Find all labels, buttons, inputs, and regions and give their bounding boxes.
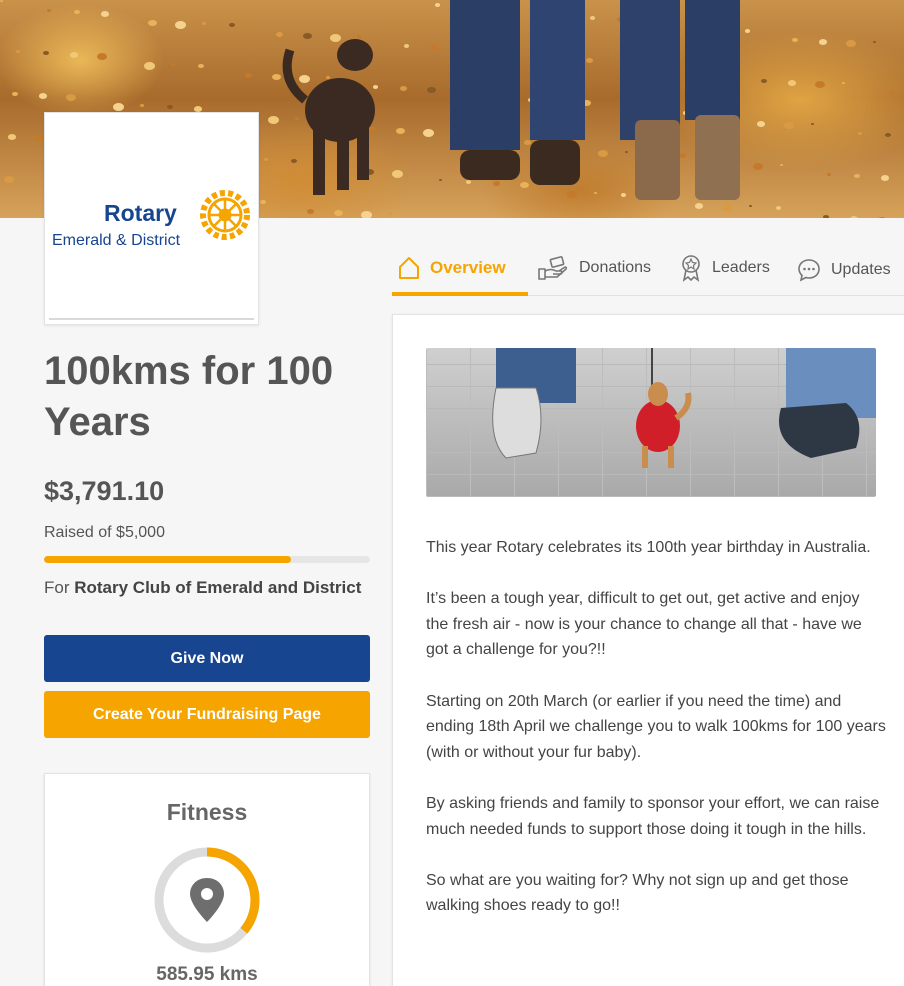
map-pin-icon [190, 878, 224, 922]
leaf-speck [823, 215, 829, 218]
leaf-speck [8, 134, 16, 140]
dog-illustration [282, 39, 375, 195]
leaf-speck [889, 91, 893, 94]
logo-divider [49, 318, 254, 320]
story-paragraph: Starting on 20th March (or earlier if yo… [426, 692, 886, 761]
rotary-wordmark: Rotary [104, 200, 177, 226]
leaf-speck [140, 104, 144, 107]
leaf-speck [392, 170, 403, 178]
leaf-speck [854, 174, 860, 179]
leaf-speck [784, 122, 794, 129]
leaf-speck [776, 206, 781, 210]
tab-overview-label: Overview [430, 258, 506, 277]
leaf-speck [12, 92, 18, 97]
leaf-speck [167, 105, 173, 110]
leaf-speck [827, 173, 831, 176]
leaf-speck [819, 39, 827, 45]
fitness-card: Fitness 585.95 kms [44, 773, 370, 986]
rotary-subtitle: Emerald & District [52, 232, 181, 249]
for-prefix: For [44, 578, 70, 597]
tab-updates[interactable]: Updates [797, 242, 891, 298]
award-ribbon-icon [682, 255, 700, 282]
progress-fill [44, 556, 292, 563]
rotary-wheel-icon [200, 190, 250, 240]
leaf-speck [47, 9, 51, 12]
leaf-speck [101, 11, 109, 17]
story-paragraph: It’s been a tough year, difficult to get… [426, 590, 862, 659]
leaf-speck [74, 10, 80, 15]
story-paragraph: So what are you waiting for? Why not sig… [426, 871, 849, 915]
leaf-speck [260, 200, 266, 205]
leaf-speck [761, 79, 767, 84]
leaf-speck [194, 106, 202, 112]
leaf-speck [171, 63, 175, 66]
create-fundraising-page-button[interactable]: Create Your Fundraising Page [44, 691, 370, 738]
leaf-speck [16, 50, 20, 53]
tab-updates-label: Updates [831, 261, 891, 278]
walking-dog-photo [492, 348, 876, 468]
leaf-speck [0, 0, 3, 3]
give-now-button[interactable]: Give Now [44, 635, 370, 682]
tab-leaders[interactable]: Leaders [680, 240, 770, 296]
tab-overview[interactable]: Overview [398, 240, 506, 296]
leaf-speck [388, 212, 392, 215]
leaf-speck [885, 133, 891, 138]
leaf-speck [307, 209, 314, 214]
leaf-speck [202, 22, 206, 25]
active-tab-indicator [392, 292, 528, 296]
raised-amount: $3,791.10 [44, 476, 165, 506]
campaign-title: 100kms for 100 Years [44, 349, 334, 444]
leaf-speck [148, 20, 157, 27]
story-image [426, 348, 876, 497]
leaf-speck [400, 86, 407, 91]
leaf-speck [881, 175, 889, 181]
story-paragraph: This year Rotary celebrates its 100th ye… [426, 539, 871, 556]
leaf-speck [229, 23, 235, 28]
leaf-speck [815, 81, 825, 88]
leaf-speck [846, 40, 856, 47]
leaf-speck [113, 103, 124, 111]
campaign-story: This year Rotary celebrates its 100th ye… [426, 535, 886, 945]
leaf-speck [850, 216, 858, 218]
leaf-speck [264, 158, 268, 161]
leaf-speck [396, 128, 405, 135]
home-icon [399, 257, 419, 279]
fitness-distance: 585.95 kms [156, 964, 258, 985]
leaf-speck [873, 41, 876, 44]
leaf-speck [39, 93, 47, 99]
fitness-progress-ring [154, 847, 260, 953]
leaf-speck [877, 217, 887, 218]
beneficiary-line: For Rotary Club of Emerald and District [44, 578, 361, 598]
leaf-speck [66, 94, 76, 101]
leaf-speck [334, 210, 343, 217]
leaf-speck [97, 53, 107, 60]
raised-target: Raised of $5,000 [44, 524, 165, 541]
leaf-speck [858, 132, 862, 135]
fitness-title: Fitness [166, 799, 248, 825]
leaf-speck [245, 73, 252, 78]
tab-donations-label: Donations [579, 259, 652, 276]
leaf-speck [792, 38, 798, 43]
tab-donations[interactable]: Donations [537, 240, 651, 296]
story-paragraph: By asking friends and family to sponsor … [426, 794, 880, 838]
leaf-speck [404, 44, 409, 48]
fundraising-progress-bar [44, 556, 370, 563]
leaf-speck [361, 211, 372, 218]
walkers-legs-illustration [450, 0, 740, 200]
leaf-speck [70, 52, 78, 58]
leaf-speck [43, 51, 49, 56]
donate-hand-icon [538, 256, 568, 280]
leaf-speck [780, 164, 783, 167]
leaf-speck [811, 123, 814, 126]
leaf-speck [198, 64, 204, 69]
tab-leaders-label: Leaders [712, 259, 770, 276]
leaf-speck [842, 82, 845, 85]
leaf-speck [4, 176, 14, 183]
chat-bubble-icon [798, 259, 820, 282]
leaf-speck [788, 80, 796, 86]
leaf-speck [175, 21, 186, 29]
leaf-speck [144, 62, 155, 70]
campaign-tabs: Overview Donations Leaders Updates [392, 240, 904, 296]
organization-link[interactable]: Rotary Club of Emerald and District [74, 578, 361, 597]
